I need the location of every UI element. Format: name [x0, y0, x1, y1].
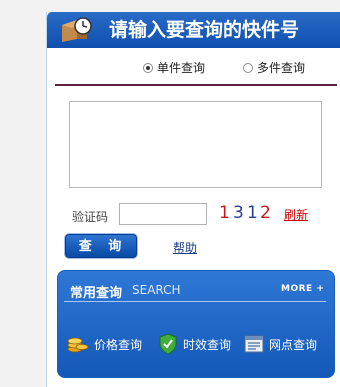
multi-query-label: 多件查询 — [257, 61, 306, 75]
captcha-image: 1 3 1 2 — [219, 203, 271, 222]
time-query-link[interactable]: 时效查询 — [158, 333, 231, 355]
refresh-captcha-link[interactable]: 刷新 — [284, 206, 308, 223]
panel-header: 请输入要查询的快件号 — [47, 12, 340, 48]
help-link[interactable]: 帮助 — [173, 239, 197, 256]
express-query-panel: 请输入要查询的快件号 单件查询 多件查询 验证码 1 3 1 2 刷新 查 询 … — [46, 12, 340, 387]
captcha-digit: 1 — [219, 203, 230, 222]
shield-check-icon — [159, 333, 177, 355]
panel-title: 请输入要查询的快件号 — [109, 19, 300, 41]
price-query-label: 价格查询 — [94, 337, 143, 352]
query-mode-selector: 单件查询 多件查询 — [47, 59, 340, 77]
captcha-label: 验证码 — [72, 210, 109, 224]
header-divider — [55, 84, 337, 86]
captcha-digit: 1 — [247, 203, 258, 222]
coins-icon — [67, 337, 89, 353]
radio-checked-indicator — [143, 62, 153, 73]
common-query-divider — [64, 301, 326, 302]
common-query-subtitle: SEARCH — [132, 283, 181, 297]
captcha-digit: 2 — [260, 203, 271, 222]
captcha-digit: 3 — [233, 203, 244, 222]
multi-query-radio[interactable]: 多件查询 — [243, 59, 305, 76]
captcha-input[interactable] — [119, 203, 207, 225]
outlet-list-icon — [244, 335, 264, 353]
radio-unchecked-indicator — [243, 62, 253, 73]
common-query-box: 常用查询 SEARCH MORE + 价格查询 时效查询 网点查询 — [57, 270, 335, 378]
tracking-number-input[interactable] — [69, 101, 322, 188]
single-query-radio[interactable]: 单件查询 — [143, 59, 205, 76]
package-clock-icon — [62, 17, 92, 42]
outlet-query-label: 网点查询 — [269, 337, 318, 352]
price-query-link[interactable]: 价格查询 — [67, 333, 142, 355]
query-button[interactable]: 查 询 — [65, 234, 137, 258]
common-query-title: 常用查询 — [70, 286, 123, 301]
single-query-label: 单件查询 — [157, 61, 206, 75]
outlet-query-link[interactable]: 网点查询 — [244, 333, 317, 355]
more-link[interactable]: MORE + — [281, 284, 324, 294]
time-query-label: 时效查询 — [183, 337, 232, 352]
